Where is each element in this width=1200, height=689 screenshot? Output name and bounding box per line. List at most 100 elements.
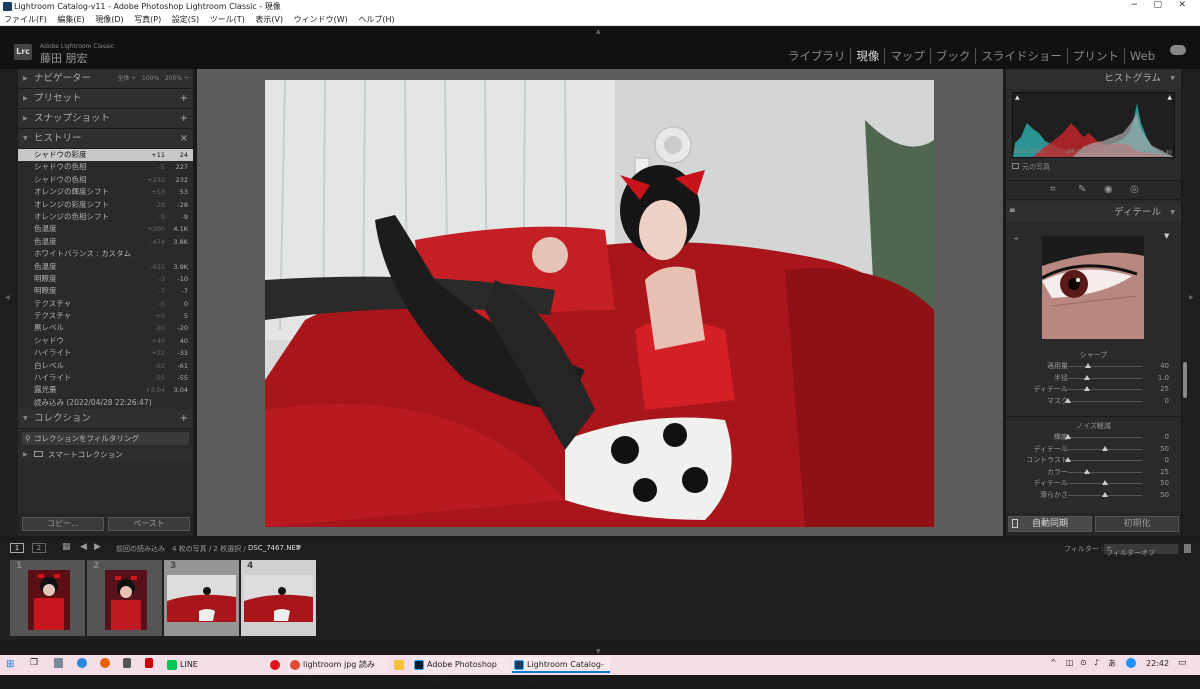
history-step[interactable]: シャドウの色相 -5 227 bbox=[18, 161, 193, 173]
tray-icon[interactable]: ◫ bbox=[1066, 658, 1074, 667]
history-step[interactable]: 明瞭度 -3 -10 bbox=[18, 273, 193, 285]
red-eye-icon[interactable]: ◉ bbox=[1104, 184, 1113, 195]
noise-slider-value[interactable]: 50 bbox=[1160, 444, 1169, 456]
reset-button[interactable]: 初期化 bbox=[1095, 516, 1179, 532]
snapshots-header[interactable]: ▶ スナップショット + bbox=[18, 109, 193, 129]
module-library[interactable]: ライブラリ bbox=[783, 48, 852, 64]
back-arrow-icon[interactable]: ◀ bbox=[80, 542, 87, 552]
noise-slider-value[interactable]: 0 bbox=[1165, 455, 1169, 467]
taskbar-lightroom[interactable]: Lightroom Catalog-v1... bbox=[512, 657, 610, 685]
zoom-fit[interactable]: 全体 ÷ bbox=[117, 75, 136, 82]
presets-header[interactable]: ▶ プリセット + bbox=[18, 89, 193, 109]
clock[interactable]: 22:42 bbox=[1146, 659, 1169, 668]
menu-edit[interactable]: 編集(E) bbox=[57, 14, 84, 25]
history-step[interactable]: 色温度 -631 3.9K bbox=[18, 261, 193, 273]
history-step[interactable]: シャドウの色相 +232 232 bbox=[18, 174, 193, 186]
add-preset-button[interactable]: + bbox=[180, 89, 188, 109]
network-icon[interactable]: ⊙ bbox=[1080, 658, 1087, 667]
noise-slider-value[interactable]: 0 bbox=[1165, 432, 1169, 444]
notification-icon[interactable]: ▭ bbox=[1178, 658, 1187, 668]
close-button[interactable]: ✕ bbox=[1178, 0, 1186, 10]
sync-switch-icon[interactable] bbox=[1012, 519, 1018, 528]
checkbox-icon[interactable] bbox=[1012, 163, 1019, 169]
history-step[interactable]: 黒レベル -20 -20 bbox=[18, 322, 193, 334]
menu-tools[interactable]: ツール(T) bbox=[210, 14, 245, 25]
noise-slider-track[interactable] bbox=[1068, 437, 1142, 438]
detail-header[interactable]: ▀ ディテール ▼ bbox=[1006, 204, 1181, 222]
highlight-clipping-icon[interactable]: ▲ bbox=[1167, 94, 1172, 101]
taskbar-opera[interactable] bbox=[268, 657, 286, 673]
smart-collection-item[interactable]: ▶ スマートコレクション bbox=[18, 448, 193, 462]
module-develop[interactable]: 現像 bbox=[851, 48, 886, 64]
ime-icon[interactable]: あ bbox=[1108, 658, 1116, 669]
onedrive-icon[interactable] bbox=[1126, 658, 1136, 668]
noise-slider-thumb[interactable] bbox=[1102, 480, 1108, 486]
menu-view[interactable]: 表示(V) bbox=[255, 14, 283, 25]
original-photo-checkbox[interactable]: 元の写真 bbox=[1012, 162, 1175, 174]
shadow-clipping-icon[interactable]: ▲ bbox=[1015, 94, 1020, 101]
second-window-button[interactable]: 2 bbox=[32, 543, 46, 553]
copy-button[interactable]: コピー... bbox=[22, 517, 104, 531]
noise-slider-track[interactable] bbox=[1068, 460, 1142, 462]
noise-slider-value[interactable]: 50 bbox=[1160, 490, 1169, 502]
filmstrip-thumb-1[interactable]: 1 bbox=[10, 560, 85, 636]
collection-filter-input[interactable]: ⚲ コレクションをフィルタリング bbox=[22, 432, 189, 446]
navigator-header[interactable]: ▶ ナビゲーター 全体 ÷ 100% 200% ÷ bbox=[18, 69, 193, 89]
histogram-graph[interactable]: ▲ ▲ ISO 1000 24 mm ƒ / 4.0 1/1000 秒 bbox=[1012, 92, 1175, 158]
history-step[interactable]: ホワイトバランス : カスタム bbox=[18, 248, 193, 260]
main-window-button[interactable]: 1 bbox=[10, 543, 24, 553]
noise-slider-thumb[interactable] bbox=[1065, 434, 1071, 439]
current-filename[interactable]: DSC_7467.NEF bbox=[248, 544, 300, 552]
right-panel-scrollbar[interactable] bbox=[1183, 362, 1187, 398]
add-snapshot-button[interactable]: + bbox=[180, 109, 188, 129]
menu-file[interactable]: ファイル(F) bbox=[4, 14, 47, 25]
sharpen-slider-track[interactable] bbox=[1068, 366, 1142, 367]
noise-slider-value[interactable]: 50 bbox=[1160, 478, 1169, 490]
sharpen-slider-track[interactable] bbox=[1068, 400, 1142, 402]
history-step[interactable]: シャドウの彩度 +11 24 bbox=[18, 149, 193, 162]
start-icon[interactable]: ⊞ bbox=[6, 659, 14, 670]
left-panel-edge[interactable]: ◀ bbox=[0, 69, 18, 536]
task-view-icon[interactable]: ❐ bbox=[30, 658, 38, 668]
history-step[interactable]: シャドウ +40 40 bbox=[18, 335, 193, 347]
history-header[interactable]: ▼ ヒストリー × bbox=[18, 129, 193, 149]
noise-slider-track[interactable] bbox=[1068, 471, 1142, 473]
history-step[interactable]: 白レベル -61 -61 bbox=[18, 360, 193, 372]
volume-icon[interactable]: ♪ bbox=[1094, 658, 1099, 667]
taskbar-line[interactable]: LINE bbox=[165, 657, 251, 673]
sharpen-slider-track[interactable] bbox=[1068, 389, 1142, 391]
sharpen-slider-value[interactable]: 0 bbox=[1165, 396, 1169, 408]
grid-view-icon[interactable]: ▦ bbox=[62, 542, 71, 552]
collections-header[interactable]: ▼ コレクション + bbox=[18, 409, 193, 430]
collapse-top-icon[interactable]: ▲ bbox=[596, 28, 601, 35]
noise-slider-thumb[interactable] bbox=[1102, 491, 1108, 497]
taskbar-chrome[interactable]: lightroom jpg 読み込... bbox=[288, 657, 388, 685]
healing-brush-icon[interactable]: ✎ bbox=[1078, 184, 1086, 195]
target-adjust-icon[interactable]: ⌖ bbox=[1014, 234, 1019, 244]
expand-triangle-icon[interactable]: ▶ bbox=[23, 448, 28, 461]
noise-slider-thumb[interactable] bbox=[1083, 468, 1090, 474]
sharpen-slider-thumb[interactable] bbox=[1065, 397, 1071, 403]
zoom-100[interactable]: 100% bbox=[142, 75, 159, 82]
forward-arrow-icon[interactable]: ▶ bbox=[94, 542, 101, 552]
history-step[interactable]: 色温度 +300 4.1K bbox=[18, 223, 193, 235]
detail-preview-menu-icon[interactable]: ▼ bbox=[1164, 232, 1169, 240]
panel-switch-icon[interactable]: ▀ bbox=[1010, 204, 1015, 222]
maximize-button[interactable]: ▢ bbox=[1153, 0, 1162, 10]
clear-history-button[interactable]: × bbox=[180, 129, 188, 149]
noise-slider-value[interactable]: 25 bbox=[1160, 467, 1169, 479]
sharpen-slider-thumb[interactable] bbox=[1083, 386, 1090, 392]
detail-zoom-preview[interactable] bbox=[1042, 236, 1144, 339]
module-web[interactable]: Web bbox=[1125, 49, 1160, 63]
app-icon[interactable] bbox=[145, 658, 153, 668]
minimize-button[interactable]: − bbox=[1130, 0, 1138, 10]
module-print[interactable]: プリント bbox=[1068, 48, 1125, 64]
filmstrip-source[interactable]: 前回の読み込み bbox=[116, 544, 165, 554]
sharpen-slider-track[interactable] bbox=[1068, 377, 1142, 379]
menu-settings[interactable]: 設定(S) bbox=[172, 14, 199, 25]
taskbar-explorer[interactable] bbox=[392, 657, 410, 673]
paste-button[interactable]: ペースト bbox=[108, 517, 190, 531]
module-book[interactable]: ブック bbox=[931, 48, 977, 64]
sharpen-slider-value[interactable]: 1.0 bbox=[1158, 373, 1169, 385]
history-step[interactable]: ハイライト +22 -33 bbox=[18, 347, 193, 359]
